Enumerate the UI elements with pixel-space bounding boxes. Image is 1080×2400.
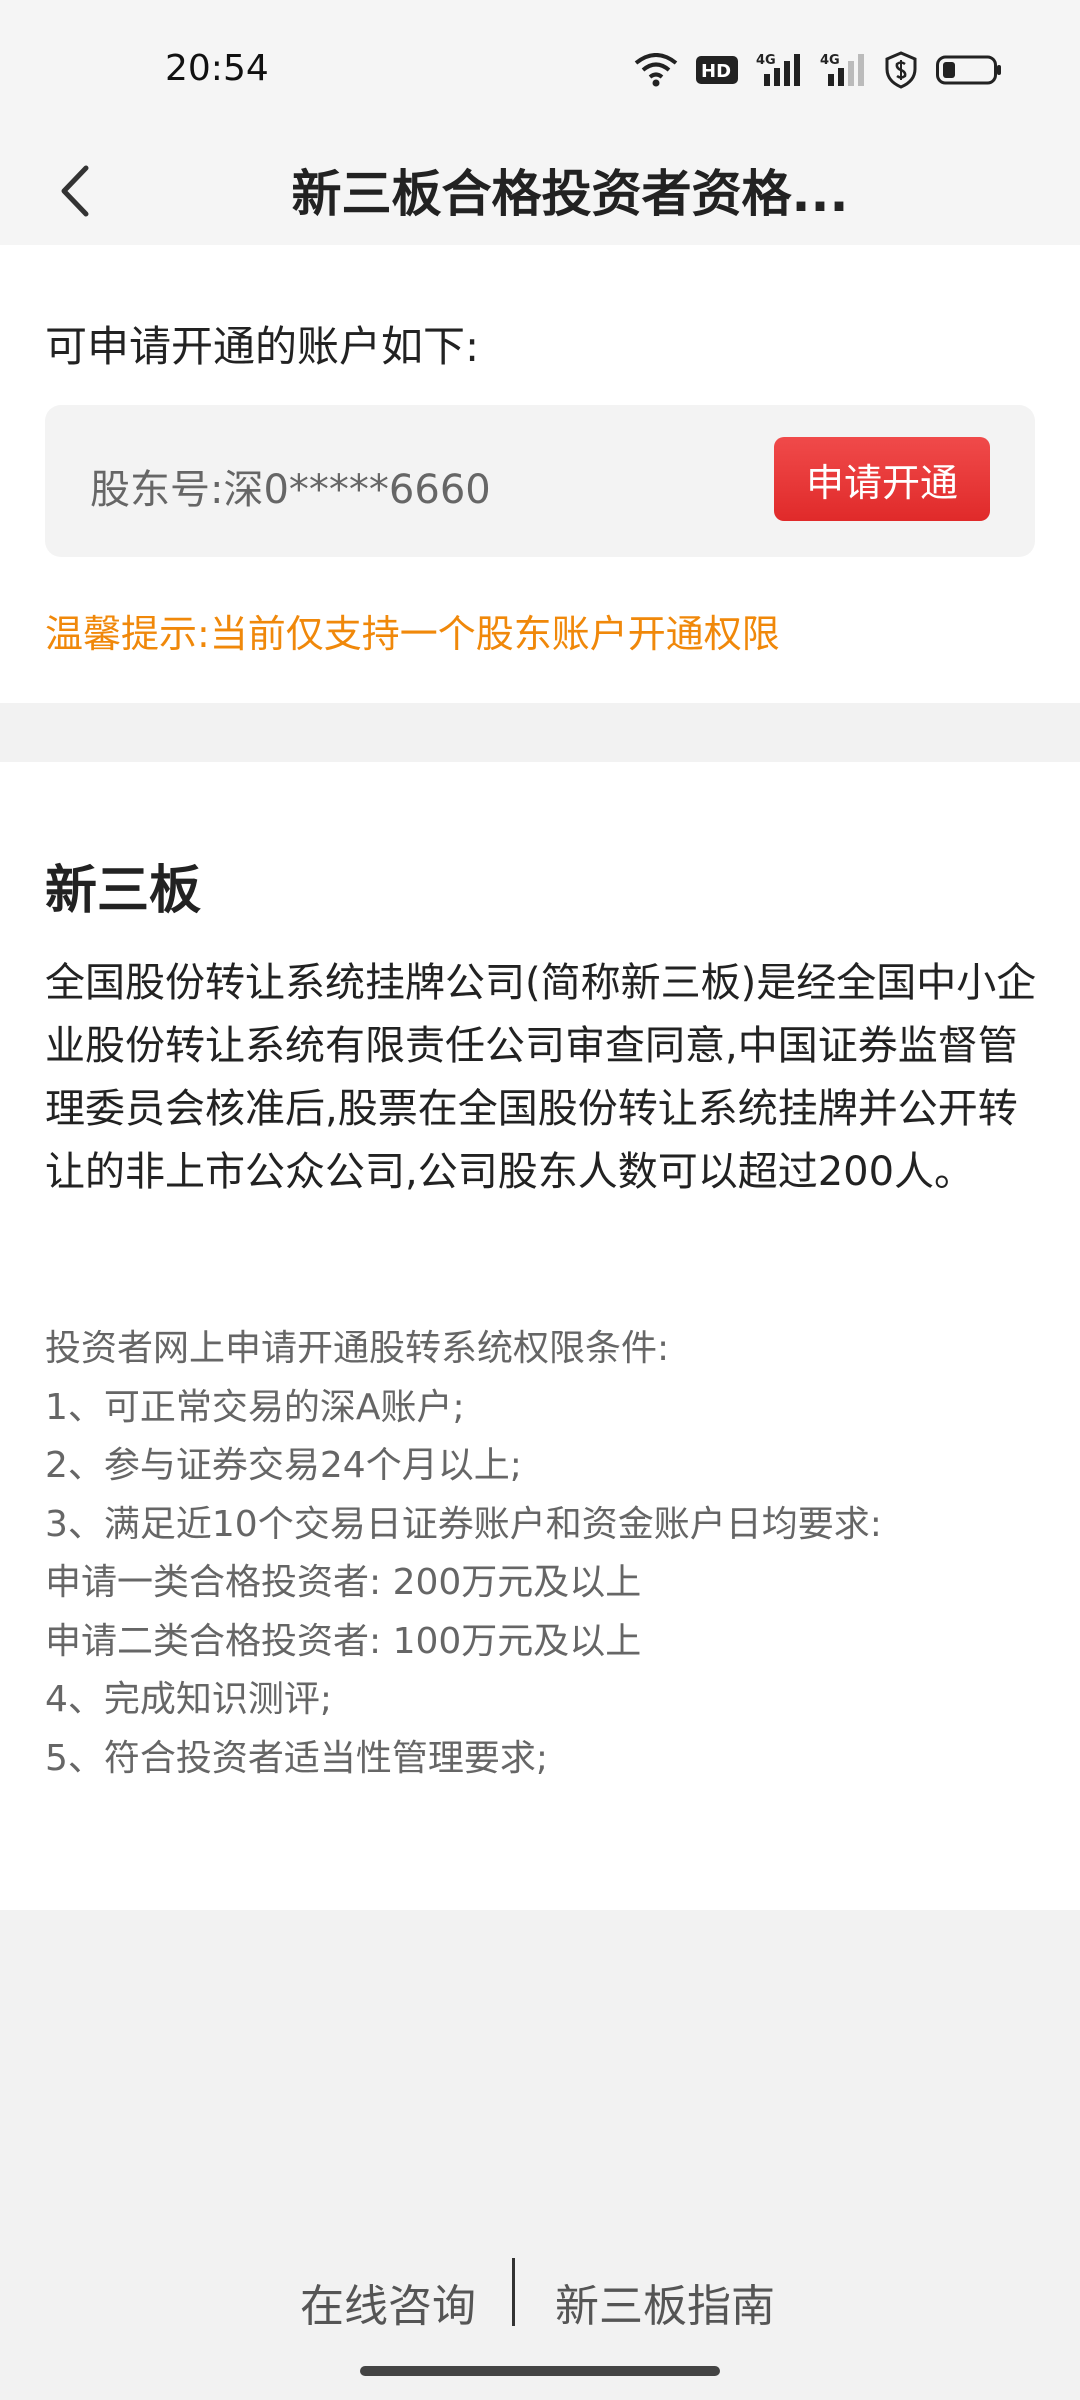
- net-label: 4G: [756, 53, 776, 68]
- status-bar: 20:54 HD 4G 4G: [0, 0, 1080, 140]
- info-title: 新三板: [45, 861, 202, 921]
- condition-line: 1、可正常交易的深A账户;: [45, 1386, 465, 1428]
- condition-line: 2、参与证券交易24个月以上;: [45, 1445, 522, 1486]
- battery-icon: [936, 55, 1001, 85]
- guide-link[interactable]: 新三板指南: [555, 2270, 775, 2334]
- online-consult-link[interactable]: 在线咨询: [300, 2270, 476, 2334]
- hd-label: HD: [701, 61, 731, 82]
- condition-line: 申请一类合格投资者: 200万元及以上: [45, 1562, 642, 1603]
- warm-tip: 温馨提示:当前仅支持一个股东账户开通权限: [45, 612, 780, 656]
- condition-line: 3、满足近10个交易日证券账户和资金账户日均要求:: [45, 1503, 882, 1545]
- shareholder-number: 股东号:深0*****6660: [90, 467, 491, 513]
- condition-line: 5、符合投资者适当性管理要求;: [45, 1737, 549, 1779]
- condition-line: 投资者网上申请开通股转系统权限条件:: [45, 1328, 670, 1369]
- conditions-list: 投资者网上申请开通股转系统权限条件: 1、可正常交易的深A账户; 2、参与证券交…: [45, 1320, 1040, 1788]
- page-title: 新三板合格投资者资格...: [291, 165, 849, 223]
- account-card: 股东号:深0*****6660 申请开通: [45, 405, 1035, 557]
- status-time: 20:54: [165, 48, 269, 89]
- home-indicator[interactable]: [360, 2366, 720, 2376]
- accounts-heading: 可申请开通的账户如下:: [45, 322, 480, 371]
- shield-icon: [885, 51, 917, 89]
- bottom-divider: [512, 2258, 515, 2326]
- info-section: 新三板 全国股份转让系统挂牌公司(简称新三板)是经全国中小企业股份转让系统有限责…: [0, 762, 1080, 1910]
- accounts-section: 可申请开通的账户如下: 股东号:深0*****6660 申请开通 温馨提示:当前…: [0, 245, 1080, 703]
- signal-4g-icon: 4G: [756, 53, 800, 86]
- hd-icon: HD: [696, 56, 738, 84]
- apply-open-button[interactable]: 申请开通: [774, 437, 990, 521]
- condition-line: 申请二类合格投资者: 100万元及以上: [45, 1620, 642, 1662]
- bottom-bar: 在线咨询 新三板指南: [0, 2250, 1080, 2350]
- condition-line: 4、完成知识测评;: [45, 1679, 333, 1720]
- status-icons: HD 4G 4G: [634, 50, 1002, 90]
- net-label: 4G: [820, 53, 840, 68]
- info-body: 全国股份转让系统挂牌公司(简称新三板)是经全国中小企业股份转让系统有限责任公司审…: [45, 960, 1037, 1195]
- wifi-icon: [634, 53, 678, 87]
- signal-4g-icon: 4G: [820, 53, 864, 86]
- nav-bar: 新三板合格投资者资格...: [0, 140, 1080, 245]
